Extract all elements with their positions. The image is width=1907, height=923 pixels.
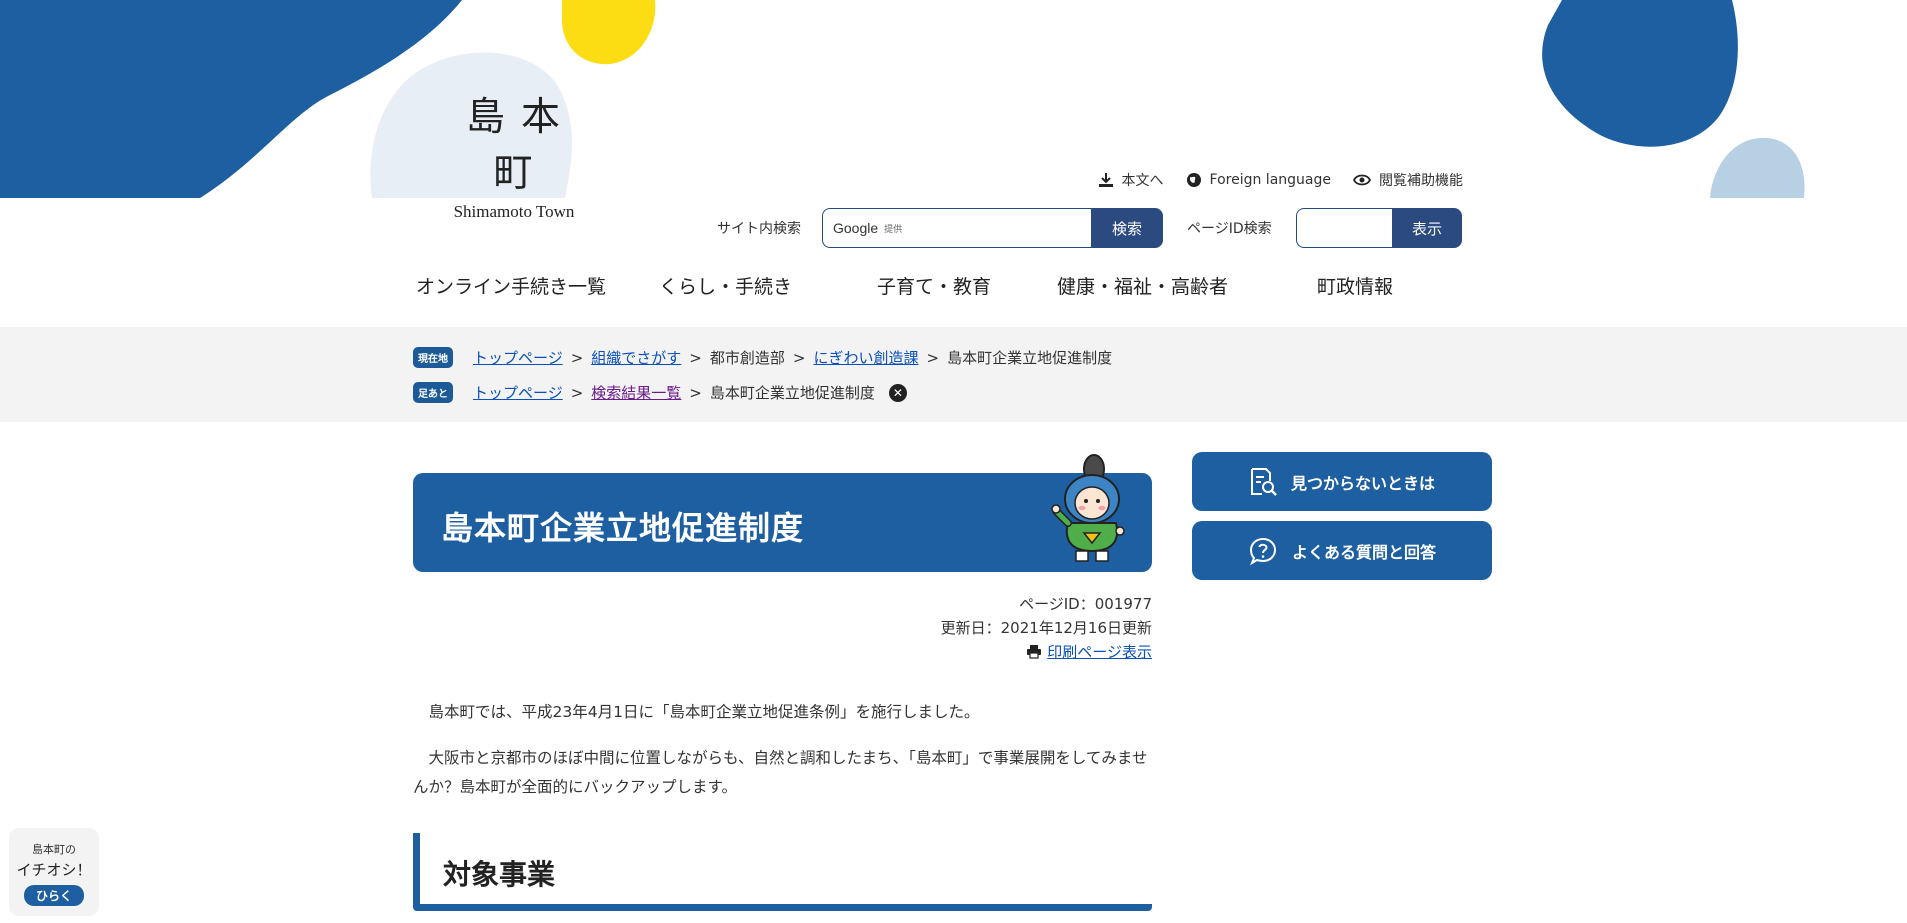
site-search-label: サイト内検索 — [717, 221, 801, 237]
question-bubble-icon — [1249, 537, 1276, 565]
recommend-line2: イチオシ！ — [16, 861, 92, 879]
intro-paragraph: 島本町では、平成23年4月1日に「島本町企業立地促進条例」を施行しました。 — [428, 703, 980, 721]
breadcrumb-separator: > — [792, 348, 806, 367]
footprint-badge: 足あと — [413, 382, 453, 403]
globe-icon — [1186, 173, 1201, 187]
print-page-label: 印刷ページ表示 — [1047, 643, 1152, 661]
accessibility-label: 閲覧補助機能 — [1379, 173, 1463, 189]
breadcrumb-link[interactable]: にぎわい創造課 — [813, 347, 918, 368]
search-bar: サイト内検索 Google 提供 検索 ページID検索 表示 — [0, 208, 1907, 248]
updated-date-text: 更新日：2021年12月16日更新 — [940, 619, 1152, 637]
header-decoration — [0, 0, 1805, 198]
not-found-label: 見つからないときは — [1290, 473, 1435, 493]
nav-health-welfare[interactable]: 健康・福祉・高齢者 — [1057, 272, 1228, 299]
section-heading: 対象事業 — [443, 858, 556, 891]
breadcrumb-footprint: 足あと トップページ > 検索結果一覧 > 島本町企業立地促進制度 ✕ — [413, 382, 907, 403]
breadcrumb-separator: > — [926, 348, 940, 367]
nav-living[interactable]: くらし・手続き — [659, 272, 792, 299]
breadcrumb-separator: > — [689, 348, 702, 367]
page-id-search-label: ページID検索 — [1187, 221, 1272, 237]
page-title: 島本町企業立地促進制度 — [441, 509, 805, 547]
breadcrumb-link[interactable]: 組織でさがす — [591, 347, 681, 368]
accessibility-link[interactable]: 閲覧補助機能 — [1353, 170, 1463, 190]
google-sub-text: 提供 — [884, 224, 903, 235]
recommend-widget: 島本町の イチオシ！ ひらく — [9, 828, 99, 916]
footprint-link[interactable]: トップページ — [473, 382, 563, 403]
page-id-display-button[interactable]: 表示 — [1392, 208, 1462, 248]
global-navigation: オンライン手続き一覧 くらし・手続き 子育て・教育 健康・福祉・高齢者 町政情報 — [414, 272, 1474, 304]
breadcrumb-separator: > — [570, 348, 584, 367]
document-search-icon — [1250, 467, 1277, 496]
nav-childcare-education[interactable]: 子育て・教育 — [877, 272, 991, 299]
eye-icon — [1353, 174, 1371, 186]
foreign-language-label: Foreign language — [1209, 172, 1331, 188]
appeal-paragraph: 大阪市と京都市のほぼ中間に位置しながらも、自然と調和したまち、「島本町」で事業展… — [413, 749, 1148, 796]
breadcrumb-current: 現在地 トップページ > 組織でさがす > 都市創造部 > にぎわい創造課 > … — [413, 347, 1112, 368]
nav-online-procedures[interactable]: オンライン手続き一覧 — [416, 272, 606, 299]
foreign-language-link[interactable]: Foreign language — [1186, 170, 1331, 190]
page-id-input[interactable] — [1296, 208, 1392, 248]
faq-button[interactable]: よくある質問と回答 — [1192, 521, 1492, 580]
mascot-illustration — [1051, 454, 1125, 562]
download-icon — [1098, 173, 1113, 187]
page-title-box: 島本町企業立地促進制度 — [413, 454, 1152, 572]
skip-to-content-link[interactable]: 本文へ — [1098, 170, 1164, 190]
nav-town-administration[interactable]: 町政情報 — [1317, 272, 1393, 299]
page-id-text: ページID：001977 — [1019, 595, 1152, 613]
site-logo[interactable]: 島本町 Shimamoto Town — [444, 86, 584, 222]
utility-links: 本文へ Foreign language 閲覧補助機能 — [1098, 170, 1463, 190]
breadcrumb-link[interactable]: トップページ — [473, 347, 563, 368]
current-location-badge: 現在地 — [413, 347, 453, 368]
footprint-text: 島本町企業立地促進制度 — [709, 384, 875, 402]
breadcrumb-text: 島本町企業立地促進制度 — [947, 349, 1113, 367]
breadcrumb-area: 現在地 トップページ > 組織でさがす > 都市創造部 > にぎわい創造課 > … — [0, 327, 1907, 422]
print-page-link[interactable]: 印刷ページ表示 — [1026, 641, 1152, 662]
footprint-link[interactable]: 検索結果一覧 — [591, 382, 681, 403]
breadcrumb-separator: > — [570, 383, 584, 402]
breadcrumb-separator: > — [689, 383, 702, 402]
logo-japanese: 島本町 — [465, 95, 576, 196]
clear-footprint-icon[interactable]: ✕ — [888, 383, 907, 402]
not-found-button[interactable]: 見つからないときは — [1192, 452, 1492, 511]
breadcrumb-text: 都市創造部 — [709, 349, 785, 367]
recommend-line1: 島本町の — [32, 843, 76, 856]
google-text: Google — [833, 220, 879, 236]
skip-to-content-label: 本文へ — [1121, 173, 1164, 189]
printer-icon — [1027, 645, 1042, 659]
recommend-open-button[interactable]: ひらく — [23, 885, 84, 906]
faq-label: よくある質問と回答 — [1291, 542, 1436, 562]
site-search-input[interactable]: Google 提供 — [822, 208, 1091, 248]
site-search-button[interactable]: 検索 — [1091, 208, 1163, 248]
section-heading-box: 対象事業 — [413, 833, 1152, 911]
